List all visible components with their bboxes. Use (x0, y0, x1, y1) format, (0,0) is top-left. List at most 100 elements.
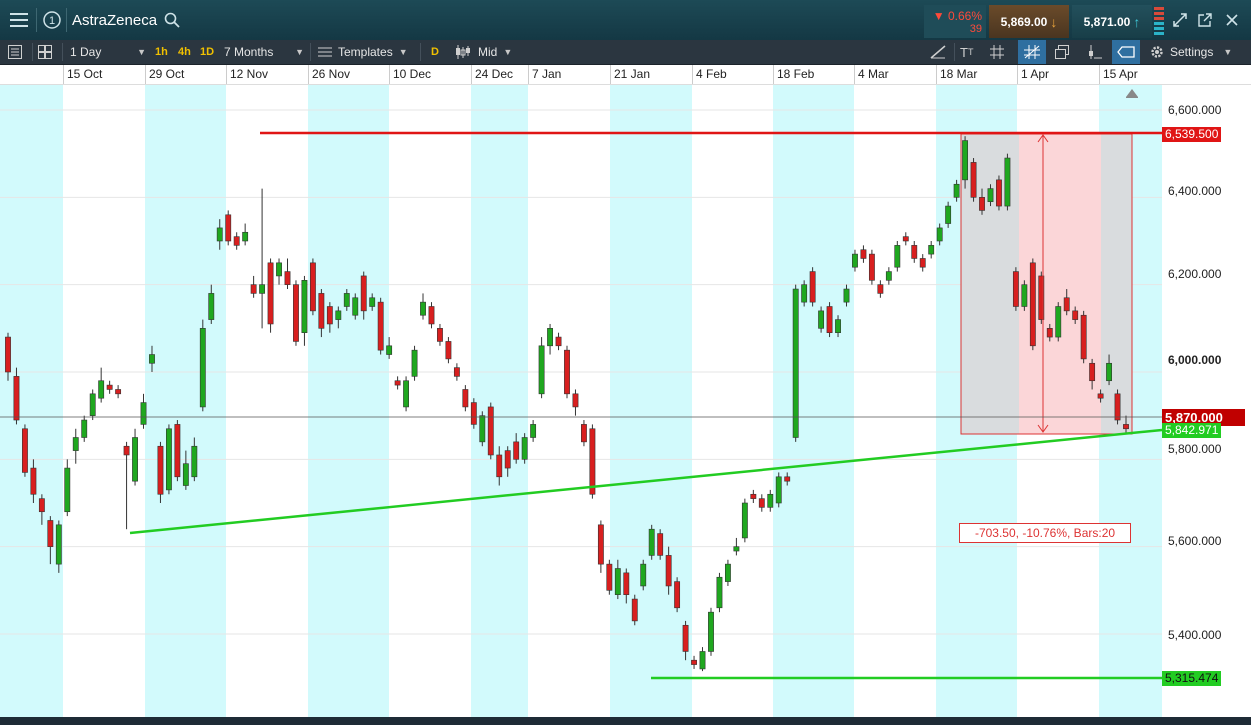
range-dropdown[interactable]: 7 Months ▼ (224, 40, 304, 64)
candle-body (318, 293, 325, 329)
interval-1d-button[interactable]: 1D (200, 40, 214, 64)
background-band (145, 85, 226, 717)
candle (64, 459, 71, 517)
chevron-down-icon: ▼ (503, 47, 513, 57)
buy-button[interactable]: 5,871.00 ↑ (1072, 5, 1152, 38)
candle-body (504, 450, 511, 469)
candle (470, 398, 477, 429)
measure-tool-icon[interactable] (1088, 40, 1110, 64)
candle (403, 376, 410, 412)
templates-icon (318, 46, 332, 58)
change-percent: ▼ 0.66% (932, 8, 982, 23)
circled-one-icon[interactable]: 1 (40, 8, 64, 32)
time-axis: 15 Oct 29 Oct 12 Nov 26 Nov 10 Dec 24 De… (0, 65, 1251, 85)
candle (276, 258, 282, 285)
draw-line-icon[interactable] (930, 40, 950, 64)
candle (919, 254, 926, 272)
range-value: 7 Months (224, 45, 274, 59)
candle-body (521, 437, 528, 460)
candle-body (276, 262, 282, 277)
grid-tool-icon[interactable] (990, 40, 1012, 64)
candle-body (242, 231, 249, 242)
templates-dropdown[interactable]: Templates ▼ (318, 40, 414, 64)
candle (648, 524, 655, 560)
interval-1h-button[interactable]: 1h (155, 40, 168, 64)
list-view-icon[interactable] (8, 40, 28, 64)
candle-body (182, 463, 189, 486)
measure-gray-zone-right (1101, 134, 1132, 434)
candle (724, 559, 731, 586)
candle-type-icon[interactable] (455, 40, 475, 64)
depth-ladder-icon[interactable] (1152, 6, 1166, 36)
candle (733, 537, 740, 556)
candle (267, 258, 274, 333)
candle-body (165, 428, 172, 491)
candle-body (606, 563, 613, 591)
candle (902, 232, 909, 246)
interval-dropdown[interactable]: 1 Day ▼ (70, 40, 146, 64)
candle (242, 223, 249, 246)
chart-canvas[interactable] (0, 85, 1251, 717)
candle (225, 210, 232, 246)
candle-body (792, 288, 799, 438)
crosshair-tool-icon[interactable] (1018, 40, 1046, 64)
candle-body (631, 598, 638, 622)
candle (750, 489, 757, 503)
label-tool-icon[interactable] (1112, 40, 1140, 64)
price-tick-label: 6,400.000 (1168, 184, 1222, 198)
time-tick-line (854, 65, 855, 84)
divider (420, 43, 421, 61)
text-tool-icon[interactable]: TT (960, 40, 982, 64)
candle-body (775, 476, 782, 504)
price-tick-label: 5,800.000 (1168, 442, 1222, 456)
background-band (773, 85, 854, 717)
price-type-dropdown[interactable]: Mid ▼ (478, 40, 518, 64)
candle (394, 376, 401, 390)
candle-body (428, 306, 435, 325)
candle-body (377, 301, 384, 351)
candle-body (453, 367, 460, 377)
candle (1080, 310, 1087, 364)
candle-body (555, 336, 562, 347)
price-tick-label: 5,600.000 (1168, 534, 1222, 548)
candle-body (835, 319, 841, 334)
interval-4h-button[interactable]: 4h (178, 40, 191, 64)
time-tick-label: 10 Dec (393, 67, 432, 81)
price-chart[interactable]: 6,600.000 6,400.000 6,200.000 6,000.000 … (0, 85, 1251, 717)
popout-icon[interactable] (1194, 8, 1216, 32)
candle (233, 232, 240, 250)
chevron-down-icon: ▼ (398, 47, 408, 57)
candle (420, 293, 426, 320)
time-tick-line (610, 65, 611, 84)
close-icon[interactable] (1221, 8, 1243, 32)
candle (885, 267, 892, 285)
up-arrow-icon: ↑ (1133, 13, 1141, 30)
sell-button[interactable]: 5,869.00 ↓ (989, 5, 1069, 38)
candle-body (5, 336, 11, 373)
time-tick-line (692, 65, 693, 84)
search-icon[interactable] (162, 8, 182, 32)
candle (411, 345, 418, 381)
settings-button[interactable]: Settings ▼ (1150, 40, 1242, 64)
candle-body (970, 162, 977, 198)
instrument-title: AstraZeneca (72, 12, 158, 29)
candle-body (1021, 284, 1028, 307)
expand-icon[interactable] (1169, 8, 1191, 32)
candle-body (149, 354, 155, 364)
candle (640, 559, 647, 591)
time-tick-label: 24 Dec (475, 67, 514, 81)
support-price-tag: 5,315.474 (1162, 671, 1222, 686)
copy-tool-icon[interactable] (1055, 40, 1077, 64)
layout-grid-icon[interactable] (38, 40, 58, 64)
candle-body (352, 297, 359, 316)
candle-body (852, 253, 858, 268)
trendline-price-tag: 5,842.971 (1162, 423, 1222, 438)
d-button[interactable]: D (431, 40, 439, 64)
candle-body (479, 415, 486, 443)
candle-body (640, 563, 647, 587)
candle (115, 385, 122, 399)
measure-label: -703.50, -10.76%, Bars:20 (959, 523, 1131, 543)
candle-body (89, 393, 96, 416)
hamburger-menu-icon[interactable] (6, 8, 32, 32)
candle-body (225, 214, 232, 242)
